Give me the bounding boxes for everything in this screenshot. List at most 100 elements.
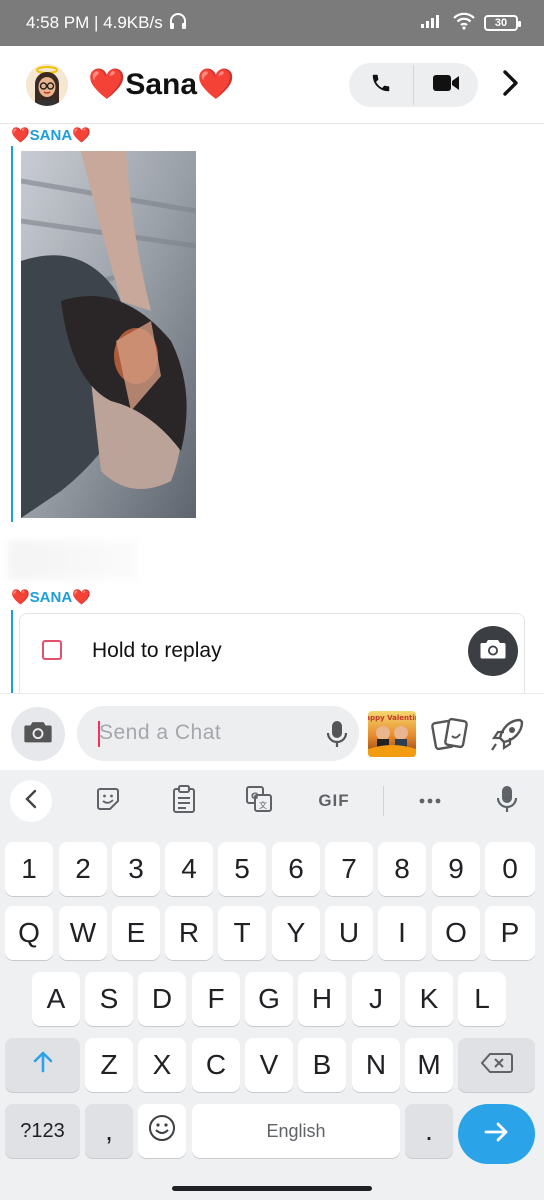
key-8[interactable]: 8 <box>378 842 426 896</box>
key-f[interactable]: F <box>192 972 240 1026</box>
camera-icon <box>480 638 506 665</box>
keyboard-toolbar: G文 GIF <box>0 770 544 832</box>
key-5[interactable]: 5 <box>218 842 266 896</box>
backspace-key[interactable] <box>458 1038 535 1092</box>
status-bar: 4:58 PM | 4.9KB/s 30 <box>0 0 544 46</box>
translate-button[interactable]: G文 <box>238 780 280 822</box>
forward-button[interactable] <box>496 68 526 102</box>
replay-label: Hold to replay <box>92 639 222 662</box>
key-3[interactable]: 3 <box>112 842 160 896</box>
key-d[interactable]: D <box>138 972 186 1026</box>
key-l[interactable]: L <box>458 972 506 1026</box>
key-0[interactable]: 0 <box>485 842 535 896</box>
svg-text:文: 文 <box>259 800 267 810</box>
key-9[interactable]: 9 <box>432 842 480 896</box>
key-w[interactable]: W <box>59 906 107 960</box>
key-p[interactable]: P <box>485 906 535 960</box>
microphone-icon[interactable] <box>325 720 349 748</box>
message-indicator <box>11 146 13 522</box>
toolbar-divider <box>383 786 384 816</box>
chevron-left-icon <box>24 789 38 814</box>
keyboard: 1 2 3 4 5 6 7 8 9 0 Q W E R T Y U I O P … <box>0 832 544 1200</box>
key-x[interactable]: X <box>138 1038 186 1092</box>
gif-button[interactable]: GIF <box>313 780 355 822</box>
key-q[interactable]: Q <box>5 906 53 960</box>
message-sender: ❤️SANA❤️ <box>11 127 91 144</box>
key-z[interactable]: Z <box>85 1038 133 1092</box>
emoji-icon <box>148 1114 176 1149</box>
arrow-right-icon <box>484 1118 510 1150</box>
key-i[interactable]: I <box>378 906 426 960</box>
key-y[interactable]: Y <box>272 906 320 960</box>
phone-icon <box>370 72 392 99</box>
period-key[interactable]: . <box>405 1104 453 1158</box>
keyboard-back-button[interactable] <box>10 780 52 822</box>
clipboard-button[interactable] <box>163 780 205 822</box>
key-v[interactable]: V <box>245 1038 293 1092</box>
shift-key[interactable] <box>5 1038 80 1092</box>
key-r[interactable]: R <box>165 906 213 960</box>
key-2[interactable]: 2 <box>59 842 107 896</box>
comma-key[interactable]: , <box>85 1104 133 1158</box>
key-o[interactable]: O <box>432 906 480 960</box>
shift-arrow-icon <box>31 1049 55 1081</box>
blurred-message <box>8 540 138 580</box>
key-7[interactable]: 7 <box>325 842 373 896</box>
voice-input-button[interactable] <box>486 780 528 822</box>
key-n[interactable]: N <box>352 1038 400 1092</box>
key-j[interactable]: J <box>352 972 400 1026</box>
clipboard-icon <box>172 784 196 818</box>
bitmoji-sticker-button[interactable]: Happy Valentine <box>368 711 416 757</box>
key-e[interactable]: E <box>112 906 160 960</box>
more-icon <box>418 792 442 810</box>
cards-icon[interactable] <box>430 714 470 754</box>
battery-icon: 30 <box>484 15 521 31</box>
backspace-icon <box>480 1049 513 1081</box>
space-key[interactable]: English <box>192 1104 400 1158</box>
key-g[interactable]: G <box>245 972 293 1026</box>
composer-bar: Send a Chat Happy Valentine <box>0 693 544 770</box>
translate-icon: G文 <box>245 785 273 818</box>
video-camera-icon <box>432 73 460 98</box>
sticker-caption: Happy Valentine <box>368 714 416 722</box>
enter-key[interactable] <box>458 1104 535 1164</box>
symbols-key[interactable]: ?123 <box>5 1104 80 1158</box>
key-b[interactable]: B <box>298 1038 346 1092</box>
status-time: 4:58 PM | 4.9KB/s <box>26 13 163 32</box>
key-6[interactable]: 6 <box>272 842 320 896</box>
message-indicator <box>11 610 13 700</box>
key-s[interactable]: S <box>85 972 133 1026</box>
camera-icon <box>23 720 53 749</box>
headphones-icon <box>169 12 187 34</box>
voice-call-button[interactable] <box>349 63 413 107</box>
video-call-button[interactable] <box>414 63 478 107</box>
key-t[interactable]: T <box>218 906 266 960</box>
key-k[interactable]: K <box>405 972 453 1026</box>
rocket-icon[interactable] <box>488 714 528 754</box>
emoji-key[interactable] <box>138 1104 186 1158</box>
key-1[interactable]: 1 <box>5 842 53 896</box>
call-actions <box>349 63 478 107</box>
more-button[interactable] <box>409 780 451 822</box>
contact-name[interactable]: ❤️Sana❤️ <box>88 67 234 102</box>
microphone-icon <box>496 785 518 818</box>
avatar[interactable] <box>26 64 68 106</box>
sticker-icon <box>95 786 121 817</box>
key-h[interactable]: H <box>298 972 346 1026</box>
chat-input[interactable]: Send a Chat <box>77 706 359 761</box>
replay-checkbox[interactable] <box>42 640 62 660</box>
reply-camera-button[interactable] <box>468 626 518 676</box>
wifi-icon <box>452 12 476 35</box>
key-u[interactable]: U <box>325 906 373 960</box>
sticker-button[interactable] <box>87 780 129 822</box>
shared-photo[interactable] <box>21 151 196 518</box>
home-indicator[interactable] <box>172 1186 372 1191</box>
camera-button[interactable] <box>11 707 65 761</box>
chat-input-placeholder: Send a Chat <box>99 721 222 744</box>
key-a[interactable]: A <box>32 972 80 1026</box>
key-c[interactable]: C <box>192 1038 240 1092</box>
key-m[interactable]: M <box>405 1038 453 1092</box>
svg-text:G: G <box>251 792 258 802</box>
chevron-right-icon <box>502 69 520 102</box>
key-4[interactable]: 4 <box>165 842 213 896</box>
